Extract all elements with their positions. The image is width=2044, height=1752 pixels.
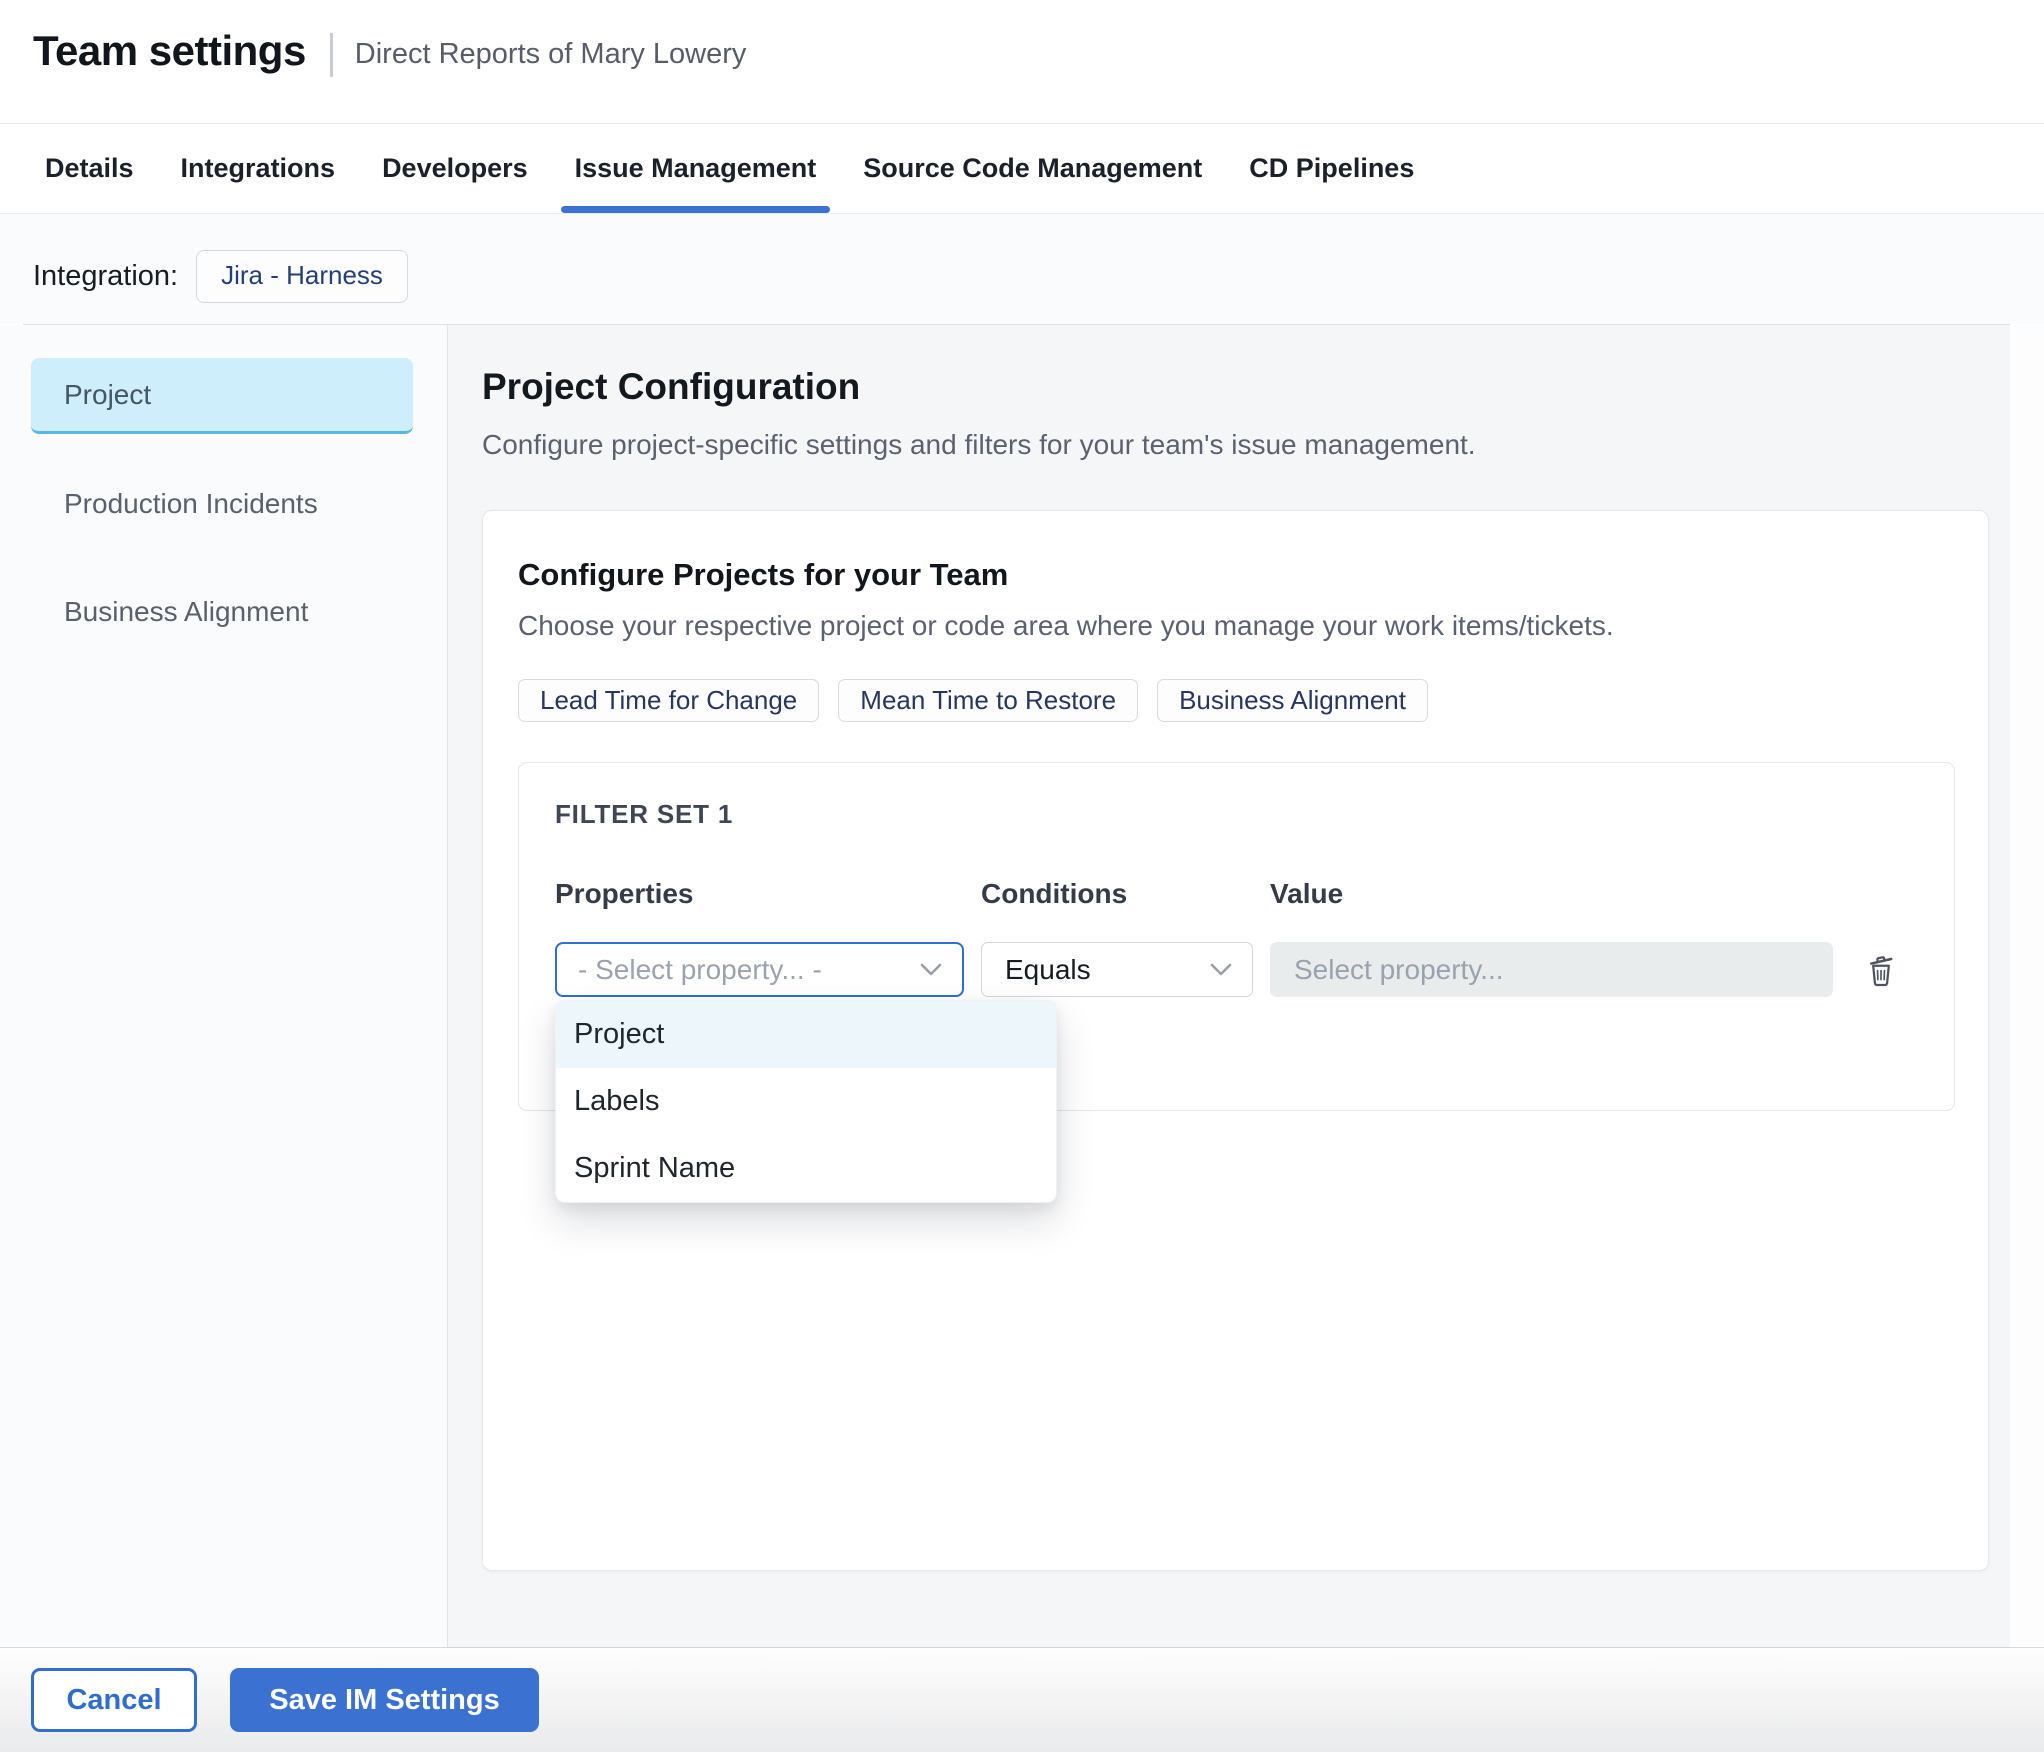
- chevron-down-icon: [1210, 963, 1232, 977]
- integration-chip[interactable]: Jira - Harness: [196, 249, 408, 303]
- card-title: Configure Projects for your Team: [518, 557, 1009, 592]
- chevron-down-icon: [920, 963, 942, 977]
- filter-column-labels: Properties Conditions Value: [555, 878, 1918, 910]
- sidebar-item-production-incidents[interactable]: Production Incidents: [31, 466, 413, 542]
- filter-set-card: FILTER SET 1 Properties Conditions Value…: [518, 762, 1955, 1203]
- configure-projects-card: Configure Projects for your Team Choose …: [482, 510, 1989, 1571]
- metric-chips-row: Lead Time for Change Mean Time to Restor…: [518, 679, 1988, 722]
- integration-row: Integration: Jira - Harness: [0, 214, 2044, 324]
- card-description: Choose your respective project or code a…: [518, 610, 1614, 641]
- column-label-properties: Properties: [555, 878, 694, 909]
- filter-set-title: FILTER SET 1: [555, 799, 734, 829]
- delete-filter-button[interactable]: [1859, 946, 1903, 994]
- integration-label: Integration:: [33, 259, 179, 292]
- conditions-select-value: Equals: [1005, 953, 1091, 985]
- sidebar-item-project[interactable]: Project: [31, 358, 413, 434]
- tab-details[interactable]: Details: [45, 124, 134, 213]
- properties-dropdown-menu: Project Labels Sprint Name: [555, 1000, 1057, 1203]
- chip-mean-time-to-restore[interactable]: Mean Time to Restore: [838, 679, 1139, 722]
- properties-select-placeholder: - Select property... -: [578, 953, 822, 985]
- page-header: Team settings Direct Reports of Mary Low…: [0, 0, 2044, 124]
- cancel-button[interactable]: Cancel: [31, 1668, 197, 1732]
- section-subtitle: Configure project-specific settings and …: [482, 429, 1476, 460]
- page-title: Team settings: [33, 27, 306, 74]
- tab-issue-management[interactable]: Issue Management: [560, 124, 830, 213]
- column-label-value: Value: [1270, 878, 1344, 909]
- dropdown-option-project[interactable]: Project: [556, 1001, 1056, 1068]
- tab-bar: Details Integrations Developers Issue Ma…: [0, 124, 2044, 214]
- right-gutter: [2010, 325, 2044, 1647]
- filter-controls-row: - Select property... - Project Labels Sp…: [555, 942, 1918, 1203]
- tab-source-code-management[interactable]: Source Code Management: [863, 124, 1202, 213]
- tab-integrations[interactable]: Integrations: [181, 124, 336, 213]
- trash-icon: [1863, 950, 1899, 990]
- chip-business-alignment[interactable]: Business Alignment: [1157, 679, 1428, 722]
- sidebar-item-business-alignment[interactable]: Business Alignment: [31, 574, 413, 650]
- page-subtitle: Direct Reports of Mary Lowery: [354, 38, 747, 70]
- content-area: Project Production Incidents Business Al…: [0, 325, 2044, 1647]
- dropdown-option-sprint-name[interactable]: Sprint Name: [556, 1135, 1056, 1202]
- title-separator: [329, 33, 333, 77]
- save-im-settings-button[interactable]: Save IM Settings: [230, 1668, 539, 1732]
- team-settings-page: Team settings Direct Reports of Mary Low…: [0, 0, 2044, 1752]
- properties-select[interactable]: - Select property... - Project Labels Sp…: [555, 942, 1057, 1203]
- tab-developers[interactable]: Developers: [382, 124, 528, 213]
- conditions-select[interactable]: Equals: [981, 942, 1253, 997]
- main-panel: Project Configuration Configure project-…: [448, 325, 2010, 1647]
- dropdown-option-labels[interactable]: Labels: [556, 1068, 1056, 1135]
- section-title: Project Configuration: [482, 366, 861, 407]
- value-input[interactable]: [1270, 942, 1833, 997]
- chip-lead-time-for-change[interactable]: Lead Time for Change: [518, 679, 820, 722]
- footer-action-bar: Cancel Save IM Settings: [0, 1648, 2044, 1752]
- settings-sidebar: Project Production Incidents Business Al…: [0, 325, 448, 1647]
- column-label-conditions: Conditions: [981, 878, 1128, 909]
- tab-cd-pipelines[interactable]: CD Pipelines: [1249, 124, 1414, 213]
